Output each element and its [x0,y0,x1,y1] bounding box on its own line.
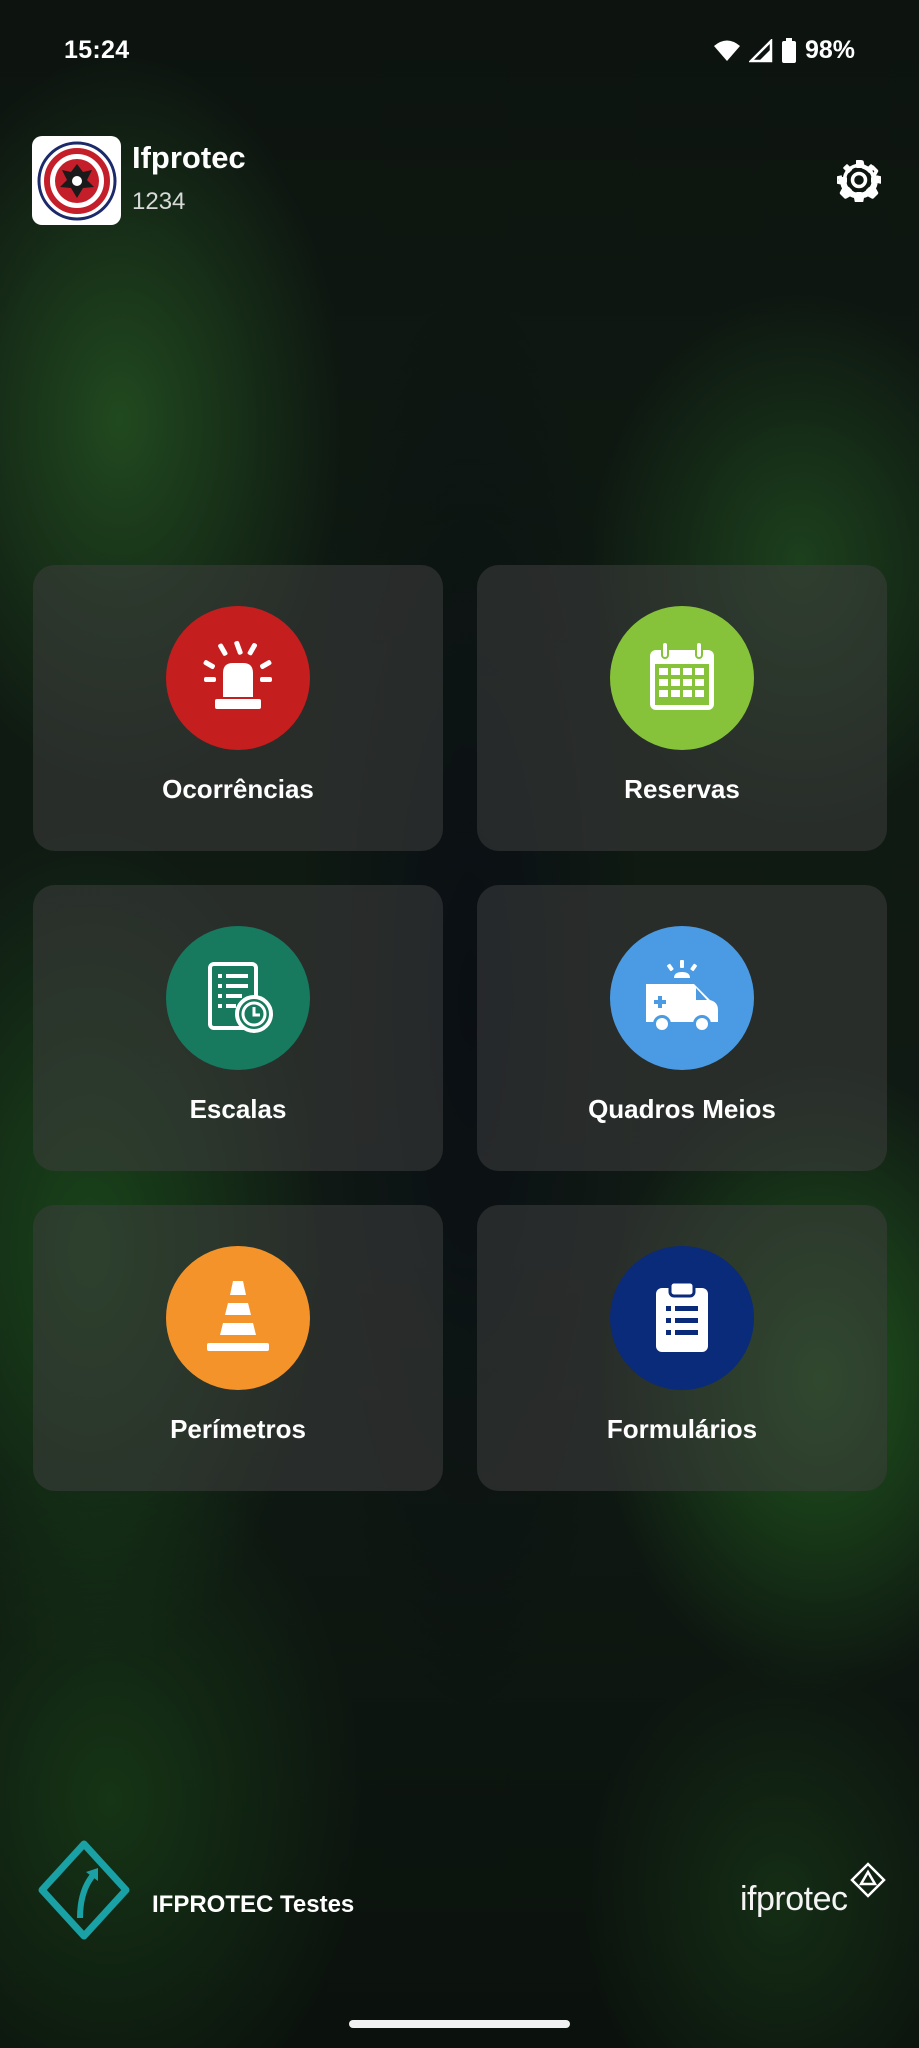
menu-grid: Ocorrências Reservas Escalas Quadros Mei… [33,565,887,1491]
ifprotec-arrow-logo [36,1838,132,1948]
siren-icon [166,606,310,750]
menu-card-label: Formulários [606,1414,758,1444]
calendar-icon [610,606,754,750]
menu-card-label: Quadros Meios [588,1094,776,1124]
status-icons: 98% [713,36,855,65]
ambulance-icon [610,926,754,1070]
battery-percent: 98% [804,36,855,64]
menu-card-escalas[interactable]: Escalas [33,885,443,1171]
signal-icon [748,38,773,63]
home-indicator[interactable] [349,2020,570,2028]
brand-wordmark: ifprotec [740,1880,848,1918]
menu-card-formularios[interactable]: Formulários [477,1205,887,1491]
app-code: 1234 [132,188,186,215]
unit-crest-logo [32,136,121,225]
gear-icon [835,158,883,207]
settings-button[interactable] [831,154,887,210]
menu-card-perimetros[interactable]: Perímetros [33,1205,443,1491]
status-time: 15:24 [64,36,130,64]
menu-card-label: Ocorrências [162,774,314,804]
menu-card-label: Escalas [189,1094,287,1124]
traffic-cone-icon [166,1246,310,1390]
menu-card-label: Perímetros [170,1414,306,1444]
battery-icon [781,37,797,64]
menu-card-quadros-meios[interactable]: Quadros Meios [477,885,887,1171]
schedule-icon [166,926,310,1070]
menu-card-label: Reservas [624,774,740,804]
ifprotec-diamond-icon [850,1862,886,1898]
wifi-icon [713,39,741,63]
app-header: Ifprotec 1234 [32,136,887,226]
footer-title: IFPROTEC Testes [152,1891,355,1918]
clipboard-icon [610,1246,754,1390]
menu-card-ocorrencias[interactable]: Ocorrências [33,565,443,851]
menu-card-reservas[interactable]: Reservas [477,565,887,851]
status-bar: 15:24 98% [0,0,919,104]
app-name: Ifprotec [132,140,246,175]
